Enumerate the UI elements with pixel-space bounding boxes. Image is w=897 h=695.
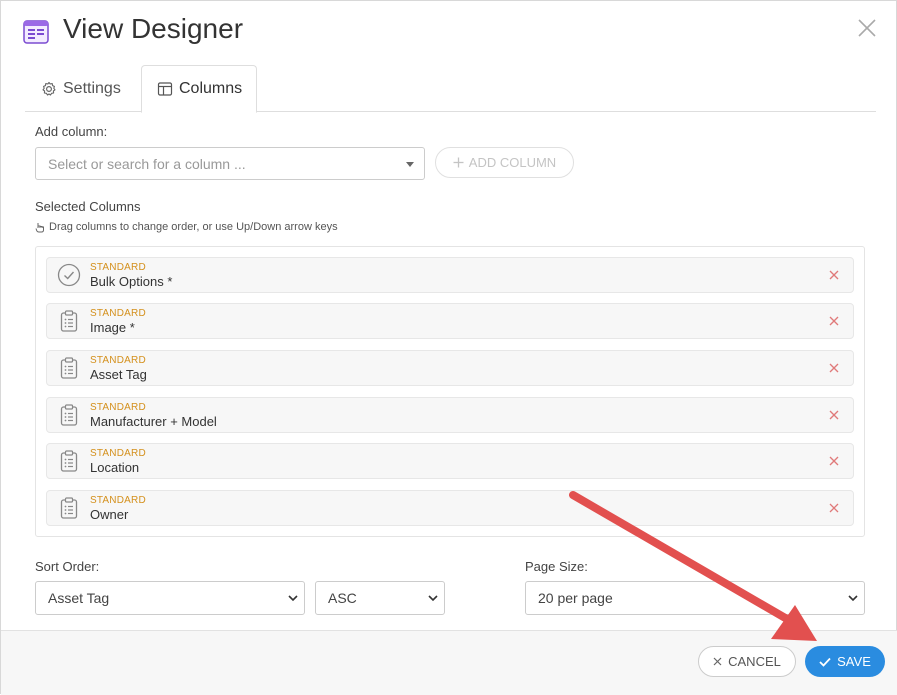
remove-icon[interactable] (829, 410, 839, 420)
page-size-value: 20 per page (538, 590, 613, 606)
column-item[interactable]: STANDARD Image * (46, 303, 854, 339)
add-column-label: Add column: (35, 124, 108, 139)
drag-hint-text: Drag columns to change order, or use Up/… (49, 221, 338, 233)
column-name: Manufacturer + Model (90, 414, 217, 429)
clipboard-list-icon (60, 404, 78, 426)
column-name: Bulk Options * (90, 274, 173, 289)
add-column-button[interactable]: ADD COLUMN (435, 147, 574, 178)
close-icon (713, 657, 722, 666)
sort-field-select[interactable]: Asset Tag (35, 581, 305, 615)
column-name: Image * (90, 320, 135, 335)
clipboard-list-icon (60, 357, 78, 379)
column-type: STANDARD (90, 402, 146, 413)
cancel-button-label: CANCEL (728, 654, 781, 669)
view-designer-dialog: View Designer Settings Columns Add colum… (0, 0, 897, 695)
column-type: STANDARD (90, 495, 146, 506)
column-item[interactable]: STANDARD Manufacturer + Model (46, 397, 854, 433)
remove-icon[interactable] (829, 363, 839, 373)
column-item[interactable]: STANDARD Owner (46, 490, 854, 526)
column-name: Location (90, 460, 140, 475)
clipboard-list-icon (60, 450, 78, 472)
tab-settings[interactable]: Settings (41, 65, 121, 112)
page-size-select[interactable]: 20 per page (525, 581, 865, 615)
sort-direction-value: ASC (328, 590, 357, 606)
hand-pointer-icon (35, 222, 44, 232)
column-item[interactable]: STANDARD Bulk Options * (46, 257, 854, 293)
remove-icon[interactable] (829, 503, 839, 513)
check-icon (819, 657, 831, 667)
add-column-button-label: ADD COLUMN (468, 155, 557, 170)
caret-down-icon (406, 162, 414, 167)
tab-settings-label: Settings (63, 79, 121, 97)
drag-hint: Drag columns to change order, or use Up/… (35, 221, 338, 233)
sort-order-label: Sort Order: (35, 559, 100, 574)
dialog-header: View Designer (1, 1, 896, 65)
columns-icon (157, 82, 173, 96)
sort-direction-select[interactable]: ASC (315, 581, 445, 615)
column-item[interactable]: STANDARD Asset Tag (46, 350, 854, 386)
check-circle-icon (57, 263, 81, 287)
column-type: STANDARD (90, 308, 146, 319)
selected-columns-list: STANDARD Bulk Options * STANDARD Image * (35, 246, 865, 537)
remove-icon[interactable] (829, 456, 839, 466)
remove-icon[interactable] (829, 316, 839, 326)
tab-columns-label: Columns (179, 80, 243, 97)
chevron-down-icon (288, 595, 298, 602)
save-button-label: SAVE (837, 654, 871, 669)
close-icon[interactable] (856, 17, 878, 39)
tab-columns[interactable]: Columns (141, 65, 257, 113)
column-type: STANDARD (90, 355, 146, 366)
column-type: STANDARD (90, 448, 146, 459)
gear-icon (42, 81, 56, 96)
chevron-down-icon (428, 595, 438, 602)
clipboard-list-icon (60, 497, 78, 519)
save-button[interactable]: SAVE (805, 646, 885, 677)
column-name: Asset Tag (90, 367, 147, 382)
sort-field-value: Asset Tag (48, 590, 110, 606)
clipboard-list-icon (60, 310, 78, 332)
add-column-placeholder: Select or search for a column ... (48, 155, 246, 172)
plus-icon (453, 157, 464, 168)
cancel-button[interactable]: CANCEL (698, 646, 796, 677)
view-designer-icon (23, 20, 49, 44)
chevron-down-icon (848, 595, 858, 602)
column-item[interactable]: STANDARD Location (46, 443, 854, 479)
remove-icon[interactable] (829, 270, 839, 280)
dialog-title: View Designer (63, 13, 244, 44)
page-size-label: Page Size: (525, 559, 588, 574)
column-type: STANDARD (90, 262, 146, 273)
add-column-select[interactable]: Select or search for a column ... (35, 147, 425, 180)
tab-bar: Settings Columns (25, 65, 876, 113)
selected-columns-label: Selected Columns (35, 199, 141, 214)
column-name: Owner (90, 507, 129, 522)
